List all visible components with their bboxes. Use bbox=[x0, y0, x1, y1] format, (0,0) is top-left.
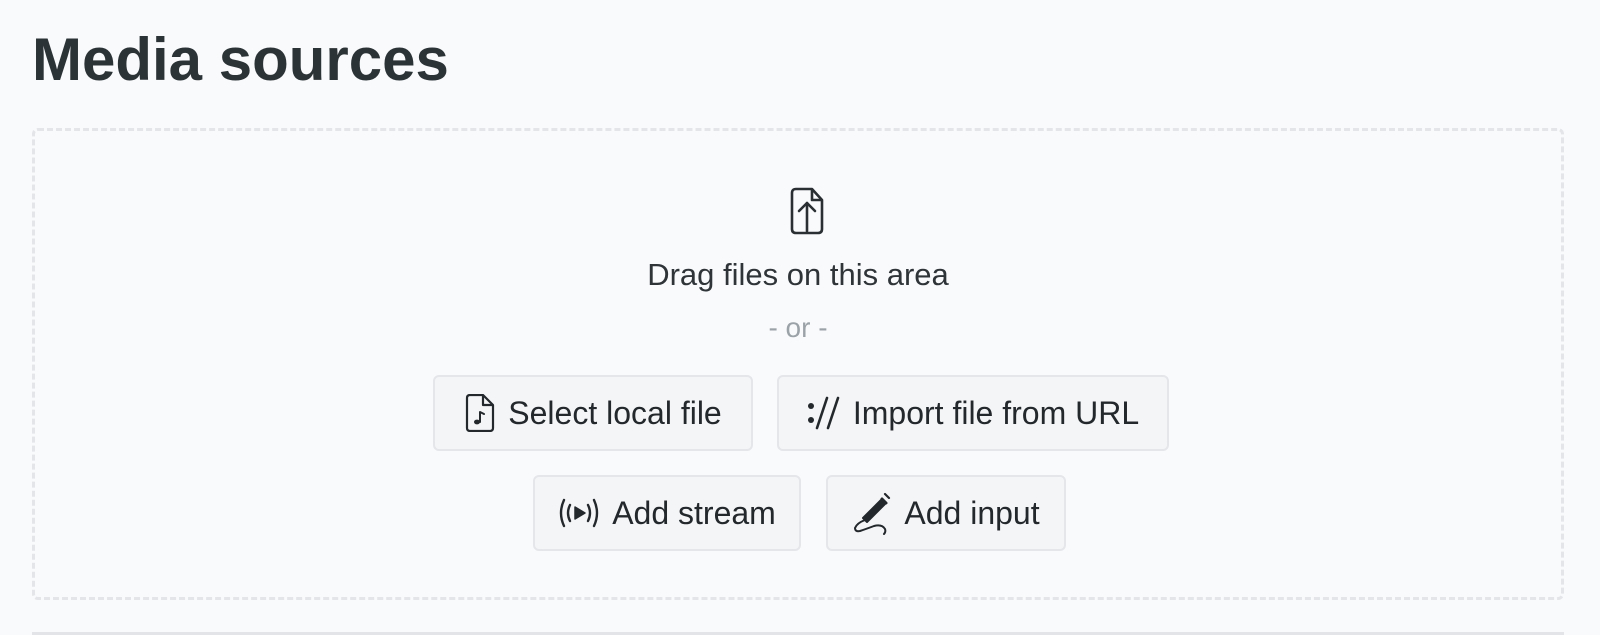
broadcast-icon bbox=[558, 496, 600, 530]
page-title: Media sources bbox=[32, 26, 449, 93]
or-separator: - or - bbox=[768, 312, 828, 343]
file-upload-icon bbox=[790, 187, 824, 235]
select-local-file-label: Select local file bbox=[508, 394, 722, 431]
audio-jack-icon bbox=[852, 491, 892, 535]
add-input-button[interactable]: Add input bbox=[826, 475, 1066, 551]
audio-file-icon bbox=[464, 394, 496, 432]
drag-instruction: Drag files on this area bbox=[647, 257, 949, 292]
import-file-from-url-label: Import file from URL bbox=[852, 394, 1140, 431]
import-file-from-url-button[interactable]: Import file from URL bbox=[777, 375, 1169, 451]
add-stream-label: Add stream bbox=[612, 494, 776, 531]
url-icon bbox=[807, 394, 841, 432]
add-stream-button[interactable]: Add stream bbox=[533, 475, 801, 551]
add-input-label: Add input bbox=[904, 494, 1040, 531]
file-dropzone[interactable]: Drag files on this area - or - Select lo… bbox=[32, 128, 1564, 600]
select-local-file-button[interactable]: Select local file bbox=[433, 375, 753, 451]
